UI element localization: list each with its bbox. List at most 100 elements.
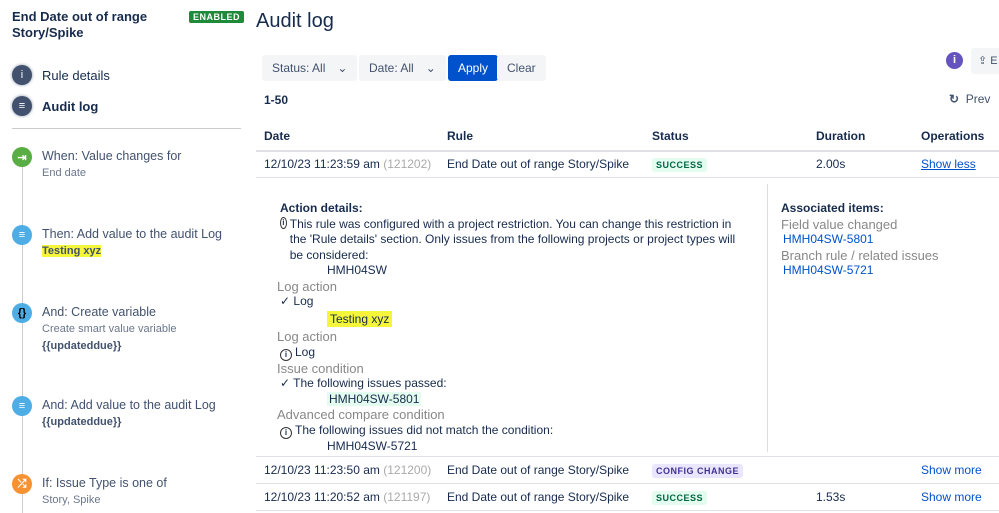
passed-issue[interactable]: HMH04SW-5801 [327, 391, 422, 406]
column-header-duration: Duration [816, 129, 866, 143]
show-more-link[interactable]: Show more [921, 463, 982, 477]
log-text: Log [293, 294, 314, 308]
status-badge: SUCCESS [652, 491, 708, 505]
check-icon: ✓ [280, 294, 294, 308]
associated-items: Associated items: Field value changed HM… [781, 201, 939, 279]
trigger-icon: ⇥ [12, 147, 32, 167]
row-rule: End Date out of range Story/Spike [447, 463, 630, 477]
step-value: Testing xyz [42, 245, 102, 257]
row-date: 12/10/23 11:23:50 am [264, 463, 380, 477]
info-icon: i [280, 348, 292, 361]
column-header-rule: Rule [447, 129, 474, 143]
advanced-condition-text: The following issues did not match the c… [295, 422, 554, 437]
failed-issue: HMH04SW-5721 [327, 438, 418, 453]
export-icon: ⇪ [978, 55, 991, 67]
export-button[interactable]: ⇪ E [971, 48, 999, 74]
row-id: (121202) [383, 157, 432, 171]
associated-heading: Associated items: [781, 201, 884, 215]
row-rule: End Date out of range Story/Spike [447, 490, 630, 504]
row-date: 12/10/23 11:23:59 am [264, 157, 380, 171]
step-variable[interactable]: {} And: Create variable Create smart val… [12, 303, 177, 355]
header-divider [256, 150, 999, 152]
show-more-link[interactable]: Show more [921, 490, 982, 504]
prev-button[interactable]: ↻ Prev [949, 92, 990, 106]
advanced-condition-label: Advanced compare condition [277, 407, 445, 422]
step-sub: Story, Spike [42, 494, 101, 506]
action-details: Action details: i This rule was configure… [277, 201, 750, 454]
row-date: 12/10/23 11:20:52 am [264, 490, 380, 504]
chevron-down-icon: ⌄ [337, 61, 348, 75]
step-value: {{updateddue}} [42, 340, 122, 352]
show-less-link[interactable]: Show less [921, 157, 976, 171]
nav-rule-details[interactable]: i Rule details [12, 65, 110, 85]
braces-icon: {} [12, 303, 32, 323]
step-sub: End date [42, 167, 87, 179]
refresh-icon: ↻ [949, 92, 960, 106]
list-icon: ≡ [12, 96, 32, 116]
page-title: Audit log [256, 10, 334, 32]
status-filter[interactable]: Status: All ⌄ [262, 55, 358, 81]
step-log[interactable]: ≡ Then: Add value to the audit Log Testi… [12, 225, 222, 260]
sidebar: End Date out of range Story/Spike ENABLE… [0, 0, 250, 513]
result-range: 1-50 [264, 93, 289, 107]
row-divider [256, 510, 999, 511]
date-filter[interactable]: Date: All ⌄ [359, 55, 446, 81]
log-icon: ≡ [12, 396, 32, 416]
row-id: (121200) [383, 463, 432, 477]
nav-audit-log[interactable]: ≡ Audit log [12, 96, 98, 116]
row-divider [256, 483, 999, 484]
shuffle-icon: ⤮ [12, 474, 32, 494]
condition-label: Issue condition [277, 360, 364, 376]
step-condition[interactable]: ⤮ If: Issue Type is one of Story, Spike [12, 474, 167, 509]
column-header-operations: Operations [921, 129, 985, 143]
divider [12, 128, 241, 129]
details-divider [767, 184, 768, 452]
row-divider [256, 177, 999, 178]
info-icon: i [280, 426, 292, 439]
project-key: HMH04SW [327, 263, 388, 277]
clear-button[interactable]: Clear [497, 55, 546, 81]
log-text: Log [295, 344, 316, 359]
apply-button[interactable]: Apply [448, 55, 499, 81]
row-duration: 2.00s [816, 157, 846, 171]
log-action-label: Log action [277, 278, 337, 294]
status-filter-label: Status: All [272, 61, 326, 75]
nav-label: Audit log [42, 98, 99, 114]
info-icon[interactable]: i [946, 52, 963, 69]
associated-issue-link[interactable]: HMH04SW-5801 [781, 232, 939, 248]
log-value: Testing xyz [327, 310, 393, 327]
column-header-date: Date [264, 129, 291, 143]
step-title: When: Value changes for [42, 149, 182, 163]
row-rule: End Date out of range Story/Spike [447, 157, 630, 171]
chevron-down-icon: ⌄ [425, 61, 436, 75]
associated-issue-link[interactable]: HMH04SW-5721 [781, 263, 939, 279]
condition-text: The following issues passed: [293, 376, 447, 390]
date-filter-label: Date: All [369, 61, 414, 75]
enabled-badge: ENABLED [189, 11, 245, 23]
info-icon: i [12, 65, 32, 85]
step-title: And: Create variable [42, 305, 156, 319]
step-title: Then: Add value to the audit Log [42, 227, 222, 241]
column-header-status: Status [652, 129, 689, 143]
step-title: And: Add value to the audit Log [42, 398, 216, 412]
row-divider [256, 456, 999, 457]
step-trigger[interactable]: ⇥ When: Value changes for End date [12, 147, 181, 182]
step-title: If: Issue Type is one of [42, 476, 167, 490]
step-value: {{updateddue}} [42, 416, 122, 428]
associated-label: Field value changed [781, 216, 898, 232]
row-duration: 1.53s [816, 490, 846, 504]
associated-label: Branch rule / related issues [781, 247, 939, 263]
export-label: E [990, 55, 998, 67]
rule-title: End Date out of range Story/Spike [12, 9, 148, 40]
row-id: (121197) [383, 490, 431, 504]
step-sub: Create smart value variable [42, 323, 177, 335]
step-log-2[interactable]: ≡ And: Add value to the audit Log {{upda… [12, 396, 216, 431]
log-icon: ≡ [12, 225, 32, 245]
status-badge: CONFIG CHANGE [652, 464, 743, 478]
check-icon: ✓ [280, 376, 294, 390]
restriction-text: This rule was configured with a project … [289, 216, 736, 262]
log-action-label: Log action [277, 329, 337, 344]
nav-label: Rule details [42, 67, 110, 83]
details-heading: Action details: [280, 201, 363, 215]
status-badge: SUCCESS [652, 158, 708, 172]
